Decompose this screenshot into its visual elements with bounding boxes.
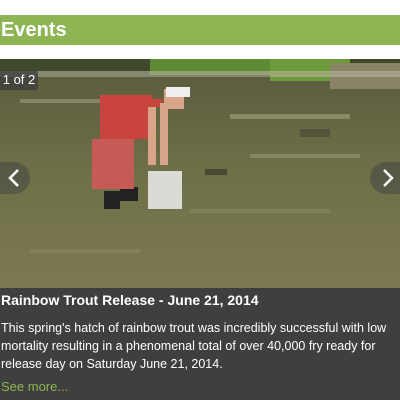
see-more-link[interactable]: See more... <box>1 379 68 394</box>
chevron-right-icon <box>383 169 394 187</box>
event-description: This spring's hatch of rainbow trout was… <box>1 321 387 371</box>
next-slide-button[interactable] <box>370 162 400 194</box>
event-caption: Rainbow Trout Release - June 21, 2014 Th… <box>0 288 400 400</box>
event-title: Rainbow Trout Release - June 21, 2014 <box>1 292 259 308</box>
event-photo <box>0 59 400 288</box>
events-header: Events <box>0 15 400 45</box>
slide-counter: 1 of 2 <box>0 70 38 90</box>
chevron-left-icon <box>8 169 19 187</box>
events-title: Events <box>1 19 67 41</box>
